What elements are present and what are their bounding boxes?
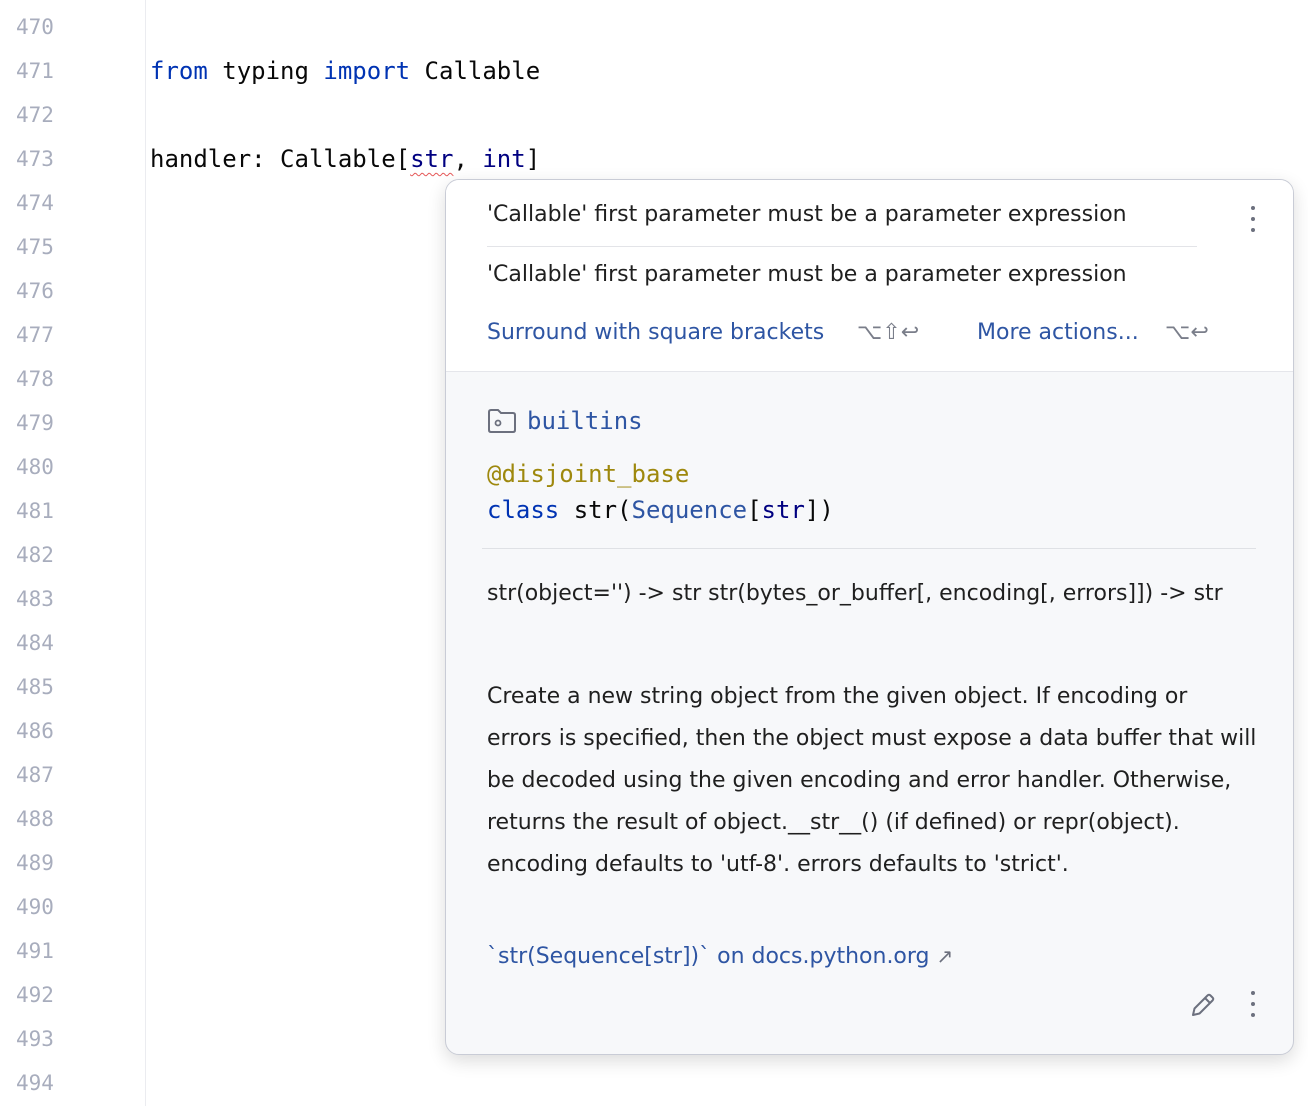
line-number: 486 bbox=[16, 719, 54, 743]
keyword-class: class bbox=[487, 496, 560, 524]
line-number: 474 bbox=[16, 191, 54, 215]
folder-module-icon bbox=[488, 409, 516, 433]
line-number-gutter: 470 471 472 473 474 475 476 477 478 479 … bbox=[0, 0, 146, 1106]
problem-section: 'Callable' first parameter must be a par… bbox=[446, 180, 1293, 372]
decorator: @disjoint_base bbox=[487, 460, 690, 488]
line-number: 494 bbox=[16, 1071, 54, 1095]
problem-message: 'Callable' first parameter must be a par… bbox=[487, 202, 1127, 227]
more-vertical-icon[interactable] bbox=[1249, 991, 1257, 1017]
class-signature: class str(Sequence[str]) bbox=[487, 496, 834, 524]
keyword-from: from bbox=[150, 57, 208, 85]
line-number: 471 bbox=[16, 59, 54, 83]
code-separator: , bbox=[453, 145, 483, 173]
line-number: 476 bbox=[16, 279, 54, 303]
module-name-link[interactable]: builtins bbox=[527, 407, 643, 435]
line-number: 483 bbox=[16, 587, 54, 611]
external-link-arrow-icon: ↗ bbox=[936, 944, 954, 968]
line-number: 482 bbox=[16, 543, 54, 567]
line-number: 490 bbox=[16, 895, 54, 919]
code-suffix: ] bbox=[525, 145, 541, 173]
more-vertical-icon[interactable] bbox=[1249, 206, 1257, 232]
line-number: 479 bbox=[16, 411, 54, 435]
code-prefix: handler: Callable[ bbox=[150, 145, 411, 173]
line-number: 473 bbox=[16, 147, 54, 171]
line-number: 477 bbox=[16, 323, 54, 347]
module-name: typing bbox=[207, 57, 324, 85]
line-number: 481 bbox=[16, 499, 54, 523]
doc-summary: str(object='') -> str str(bytes_or_buffe… bbox=[487, 581, 1223, 606]
more-actions-shortcut: ⌥↩ bbox=[1165, 320, 1209, 345]
line-number: 478 bbox=[16, 367, 54, 391]
type-arg: str bbox=[761, 496, 805, 524]
line-number: 484 bbox=[16, 631, 54, 655]
line-number: 487 bbox=[16, 763, 54, 787]
code-line-473[interactable]: handler: Callable[str, int] bbox=[150, 137, 540, 181]
class-name: str( bbox=[559, 496, 632, 524]
line-number: 492 bbox=[16, 983, 54, 1007]
line-number: 488 bbox=[16, 807, 54, 831]
inspection-popup: 'Callable' first parameter must be a par… bbox=[445, 179, 1294, 1055]
line-number: 472 bbox=[16, 103, 54, 127]
problem-message: 'Callable' first parameter must be a par… bbox=[487, 262, 1127, 287]
divider bbox=[487, 246, 1197, 247]
surround-with-brackets-action[interactable]: Surround with square brackets bbox=[487, 320, 824, 345]
external-docs-text: `str(Sequence[str])` on docs.python.org bbox=[487, 944, 930, 969]
more-actions-link[interactable]: More actions... bbox=[977, 320, 1139, 345]
doc-description: Create a new string object from the give… bbox=[487, 684, 1257, 877]
base-class-link[interactable]: Sequence bbox=[632, 496, 748, 524]
external-docs-link[interactable]: `str(Sequence[str])` on docs.python.org … bbox=[487, 944, 953, 969]
keyword-import: import bbox=[323, 57, 411, 85]
code-line-471[interactable]: from typing import Callable bbox=[150, 49, 540, 93]
line-number: 470 bbox=[16, 15, 54, 39]
fix-action-shortcut: ⌥⇧↩ bbox=[857, 320, 920, 345]
imported-name: Callable bbox=[410, 57, 541, 85]
line-number: 485 bbox=[16, 675, 54, 699]
builtin-int: int bbox=[482, 145, 526, 173]
edit-pencil-icon[interactable] bbox=[1188, 990, 1218, 1020]
line-number: 480 bbox=[16, 455, 54, 479]
line-number: 475 bbox=[16, 235, 54, 259]
line-number: 491 bbox=[16, 939, 54, 963]
sig-open: [ bbox=[747, 496, 762, 524]
error-highlight-str[interactable]: str bbox=[410, 145, 453, 173]
line-number: 493 bbox=[16, 1027, 54, 1051]
line-number: 489 bbox=[16, 851, 54, 875]
divider bbox=[482, 548, 1256, 549]
sig-close: ]) bbox=[804, 496, 834, 524]
doc-module: builtins bbox=[487, 404, 643, 438]
